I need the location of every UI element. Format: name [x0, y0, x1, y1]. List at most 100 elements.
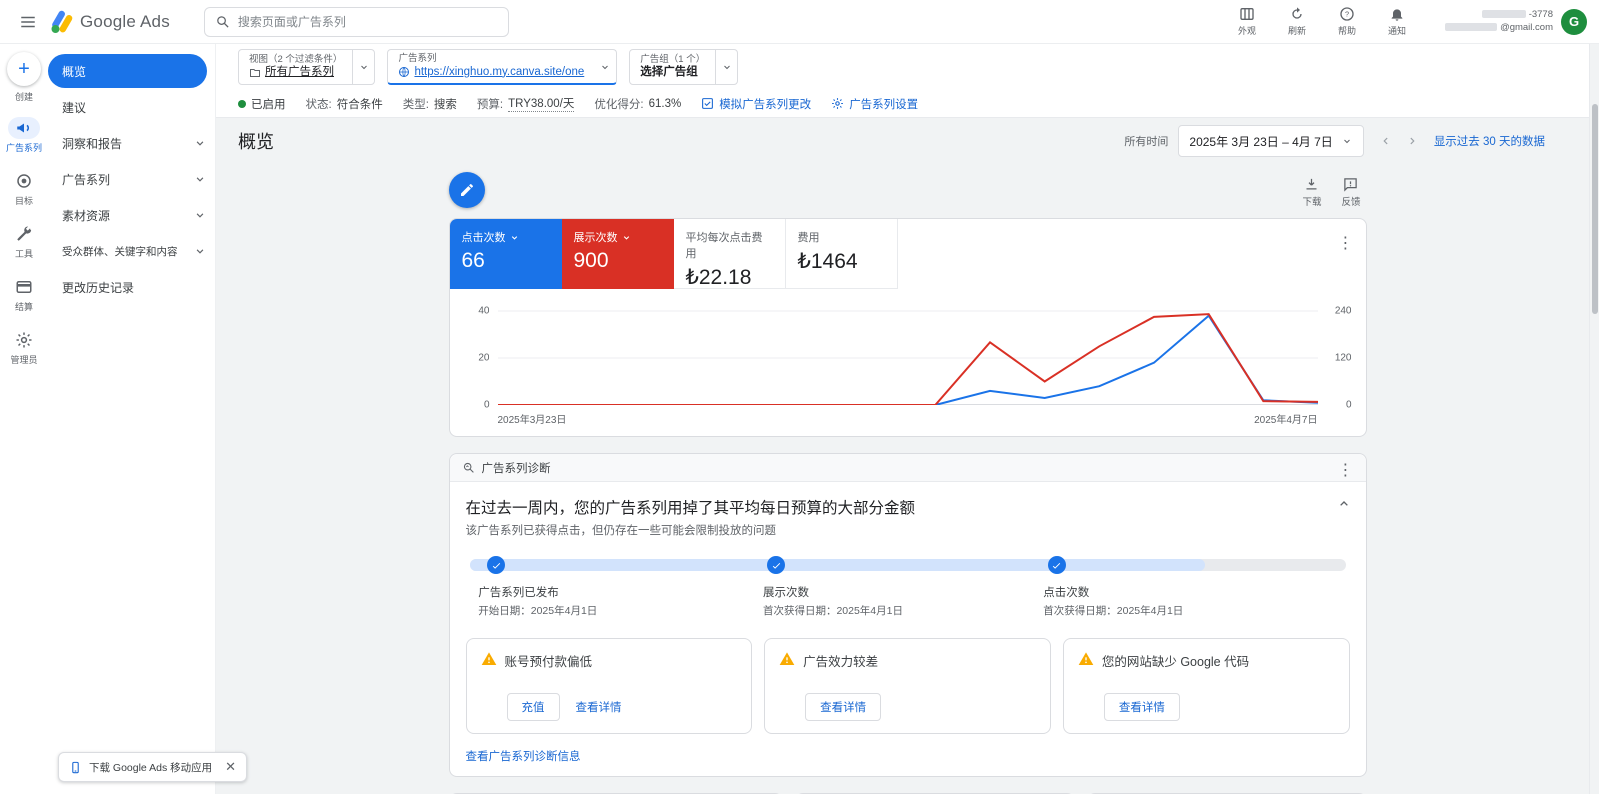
- global-search[interactable]: [204, 7, 509, 37]
- pencil-icon: [459, 182, 475, 198]
- metric-tab-clicks[interactable]: 点击次数 66: [450, 219, 562, 289]
- edit-fab-button[interactable]: [449, 172, 485, 208]
- mobile-app-promo[interactable]: 下载 Google Ads 移动应用 ✕: [58, 752, 247, 782]
- sidebar: 概览 建议 洞察和报告 广告系列 素材资源 受众群体、关键字和内容 更改历史记录: [48, 44, 216, 794]
- rail-item-tools[interactable]: 工具: [8, 223, 40, 260]
- view-filter-dropdown[interactable]: 视图（2 个过滤条件） 所有广告系列: [238, 49, 375, 85]
- sidebar-item-change-history[interactable]: 更改历史记录: [48, 270, 215, 304]
- adgroup-selector-dropdown[interactable]: 广告组（1 个） 选择广告组: [629, 49, 738, 85]
- phone-icon: [69, 761, 82, 774]
- download-button[interactable]: 下载: [1302, 177, 1321, 208]
- rail-item-admin[interactable]: 管理员: [8, 329, 40, 366]
- daterange-dropdown[interactable]: 2025年 3月 23日 – 4月 7日: [1178, 125, 1363, 157]
- rail-item-billing[interactable]: 结算: [8, 276, 40, 313]
- diagnostics-subtitle: 该广告系列已获得点击，但仍存在一些可能会限制投放的问题: [466, 522, 1350, 538]
- x-axis-start-label: 2025年3月23日: [498, 411, 567, 426]
- scrollbar-thumb[interactable]: [1592, 104, 1598, 314]
- campaign-diagnostics-card: 广告系列诊断 ⋮ 在过去一周内，您的广告系列用掉了其平均每日预算的大部分金额 该…: [449, 453, 1367, 777]
- diagnostics-title: 在过去一周内，您的广告系列用掉了其平均每日预算的大部分金额: [466, 496, 1350, 518]
- view-filter-caret[interactable]: [352, 50, 374, 84]
- status-optscore: 优化得分:61.3%: [594, 96, 681, 112]
- x-axis-end-label: 2025年4月7日: [1254, 411, 1317, 426]
- account-text: -3778 @gmail.com: [1445, 9, 1553, 35]
- campaign-selector-caret[interactable]: [594, 50, 616, 83]
- y-axis-right-tick: 240: [1335, 306, 1352, 317]
- y-axis-left-tick: 20: [466, 353, 490, 364]
- simulate-checkbox-icon: [701, 97, 714, 110]
- page-scrollbar[interactable]: [1589, 44, 1599, 794]
- rail-item-campaigns[interactable]: 广告系列: [6, 117, 42, 154]
- warning-icon: [481, 651, 497, 667]
- y-axis-left-tick: 0: [466, 400, 490, 411]
- status-enabled[interactable]: 已启用: [238, 96, 286, 112]
- google-ads-logo[interactable]: Google Ads: [50, 10, 170, 34]
- view-details-button[interactable]: 查看详情: [805, 693, 881, 721]
- gear-icon: [831, 97, 844, 110]
- sidebar-item-assets[interactable]: 素材资源: [48, 198, 215, 232]
- milestone-check-icon: [1048, 556, 1066, 574]
- top-app-bar: Google Ads 外观 刷新 ? 帮助 通知 -3778 @gmail.co…: [0, 0, 1599, 44]
- avatar[interactable]: G: [1561, 9, 1587, 35]
- diagnostics-kebab-menu[interactable]: ⋮: [1336, 460, 1356, 480]
- filter-bar: 视图（2 个过滤条件） 所有广告系列 广告系列 https://xinghuo.…: [216, 44, 1599, 90]
- collapse-icon[interactable]: [1336, 496, 1352, 512]
- appearance-button[interactable]: 外观: [1229, 6, 1265, 37]
- create-label: 创建: [15, 90, 33, 103]
- metric-tab-cost[interactable]: 费用 ₺1464: [786, 219, 898, 289]
- view-details-button[interactable]: 查看详情: [570, 694, 628, 720]
- feedback-button[interactable]: 反馈: [1341, 177, 1360, 208]
- hamburger-menu-icon[interactable]: [12, 6, 44, 38]
- metric-tab-avg-cpc[interactable]: 平均每次点击费用 ₺22.18: [674, 219, 786, 289]
- y-axis-right-tick: 120: [1335, 353, 1352, 364]
- billing-card-icon: [15, 278, 33, 296]
- chevron-down-icon: [599, 61, 611, 73]
- milestone-check-icon: [767, 556, 785, 574]
- chart-lines: [498, 305, 1318, 405]
- y-axis-left-tick: 40: [466, 306, 490, 317]
- status-budget[interactable]: 预算:TRY38.00/天: [477, 95, 574, 112]
- sidebar-item-campaigns[interactable]: 广告系列: [48, 162, 215, 196]
- help-button[interactable]: ? 帮助: [1329, 6, 1365, 37]
- enabled-dot-icon: [238, 100, 246, 108]
- gear-icon: [15, 331, 33, 349]
- campaign-selector-dropdown[interactable]: 广告系列 https://xinghuo.my.canva.site/one: [387, 49, 617, 85]
- campaigns-icon: [15, 119, 33, 137]
- warning-icon: [1078, 651, 1094, 667]
- refresh-button[interactable]: 刷新: [1279, 6, 1315, 37]
- daterange-label: 所有时间: [1124, 133, 1168, 149]
- search-input[interactable]: [238, 15, 498, 29]
- chart-kebab-menu[interactable]: ⋮: [1336, 233, 1356, 253]
- y-axis-right-tick: 0: [1346, 400, 1352, 411]
- view-details-button[interactable]: 查看详情: [1104, 693, 1180, 721]
- chevron-down-icon: [358, 61, 370, 73]
- milestone-check-icon: [487, 556, 505, 574]
- recharge-button[interactable]: 充值: [507, 693, 560, 721]
- sidebar-item-overview[interactable]: 概览: [48, 54, 207, 88]
- refresh-icon: [1289, 6, 1305, 22]
- chevron-down-icon: [193, 208, 207, 222]
- download-icon: [1304, 177, 1319, 192]
- campaign-settings-button[interactable]: 广告系列设置: [831, 96, 918, 112]
- show-last-30-days-link[interactable]: 显示过去 30 天的数据: [1434, 133, 1545, 149]
- sidebar-item-insights-reports[interactable]: 洞察和报告: [48, 126, 215, 160]
- rail-item-goals[interactable]: 目标: [8, 170, 40, 207]
- close-icon[interactable]: ✕: [225, 759, 236, 775]
- adgroup-selector-caret[interactable]: [715, 50, 737, 84]
- diagnostics-header: 广告系列诊断: [482, 460, 551, 476]
- account-info[interactable]: -3778 @gmail.com G: [1445, 9, 1587, 35]
- chevron-down-icon: [509, 232, 520, 243]
- redacted-text: [1482, 10, 1526, 18]
- issue-card-low-prepay: 账号预付款偏低 充值 查看详情: [466, 638, 753, 734]
- performance-chart-card: 点击次数 66 展示次数 900 平均每次点击费用 ₺22.18 费用: [449, 218, 1367, 437]
- daterange-prev-button[interactable]: [1374, 129, 1398, 153]
- simulate-changes-button[interactable]: 模拟广告系列更改: [701, 96, 811, 112]
- metric-tab-impressions[interactable]: 展示次数 900: [562, 219, 674, 289]
- view-diagnostics-link[interactable]: 查看广告系列诊断信息: [466, 748, 581, 764]
- notifications-button[interactable]: 通知: [1379, 6, 1415, 37]
- daterange-next-button[interactable]: [1400, 129, 1424, 153]
- sidebar-item-recommendations[interactable]: 建议: [48, 90, 215, 124]
- status-eligibility: 状态:符合条件: [306, 96, 383, 112]
- sidebar-item-audiences-keywords[interactable]: 受众群体、关键字和内容: [48, 234, 215, 268]
- chevron-down-icon: [193, 136, 207, 150]
- create-button[interactable]: +: [7, 52, 41, 86]
